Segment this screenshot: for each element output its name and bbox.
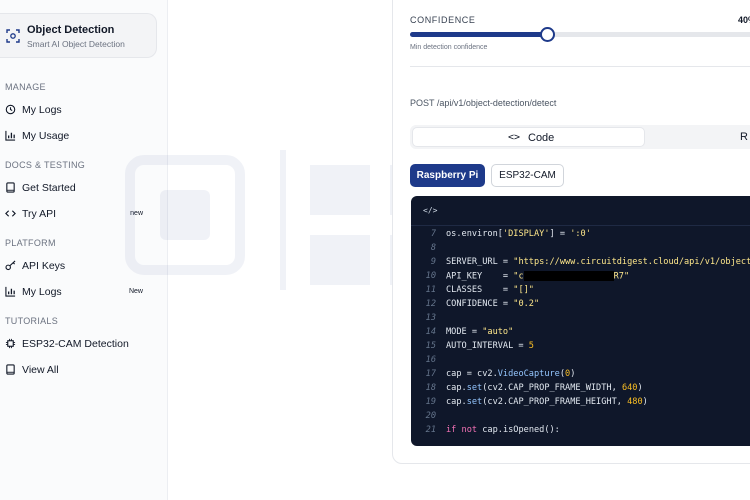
sidebar-item-label: Get Started bbox=[22, 182, 76, 194]
sidebar-item-esp32-cam-detection[interactable]: ESP32-CAM Detection bbox=[0, 333, 168, 355]
raspberry-pi-button[interactable]: Raspberry Pi bbox=[410, 164, 485, 187]
code-text: CONFIDENCE = "0.2" bbox=[446, 299, 540, 309]
line-number: 12 bbox=[425, 299, 436, 309]
code-text: MODE = "auto" bbox=[446, 327, 514, 337]
brand-title: Object Detection bbox=[27, 24, 115, 36]
line-number: 19 bbox=[425, 397, 436, 407]
line-number: 7 bbox=[430, 229, 436, 239]
code-line: 10 API_KEY = "c R7" bbox=[411, 271, 750, 285]
brand-card[interactable]: Object Detection Smart AI Object Detecti… bbox=[0, 13, 157, 58]
line-number: 16 bbox=[425, 355, 436, 365]
confidence-hint: Min detection confidence bbox=[410, 44, 488, 51]
code-text: SERVER_URL = "https://www.circuitdigest.… bbox=[446, 257, 750, 267]
code-line: 16 bbox=[411, 355, 750, 369]
tab-code-label: Code bbox=[528, 132, 555, 144]
scan-icon bbox=[6, 29, 20, 43]
esp32-cam-button[interactable]: ESP32-CAM bbox=[491, 164, 564, 187]
section-manage: MANAGE bbox=[5, 82, 46, 92]
sidebar-item-view-all[interactable]: View All bbox=[0, 359, 168, 381]
line-number: 9 bbox=[430, 257, 436, 267]
brand-subtitle: Smart AI Object Detection bbox=[27, 39, 125, 49]
sidebar-item-label: ESP32-CAM Detection bbox=[22, 338, 129, 350]
code-line: 14 MODE = "auto" bbox=[411, 327, 750, 341]
sidebar-item-label: My Logs bbox=[22, 104, 62, 116]
code-text: if not cap.isOpened(): bbox=[446, 425, 560, 435]
code-file-icon: </> bbox=[423, 206, 438, 215]
code-line: 20 bbox=[411, 411, 750, 425]
confidence-label: CONFIDENCE bbox=[410, 15, 476, 25]
code-line: 13 bbox=[411, 313, 750, 327]
tab-response[interactable]: R bbox=[740, 131, 748, 143]
code-line: 15 AUTO_INTERVAL = 5 bbox=[411, 341, 750, 355]
code-text: API_KEY = "c R7" bbox=[446, 271, 630, 282]
code-text: cap.set(cv2.CAP_PROP_FRAME_WIDTH, 640) bbox=[446, 383, 643, 393]
line-number: 8 bbox=[430, 243, 436, 253]
line-number: 13 bbox=[425, 313, 436, 323]
tab-code[interactable]: <> Code bbox=[412, 127, 645, 147]
line-number: 10 bbox=[425, 271, 436, 281]
code-line: 8 bbox=[411, 243, 750, 257]
code-text: os.environ['DISPLAY'] = ':0' bbox=[446, 229, 591, 239]
code-line: 18 cap.set(cv2.CAP_PROP_FRAME_WIDTH, 640) bbox=[411, 383, 750, 397]
line-number: 21 bbox=[425, 425, 436, 435]
chart-icon bbox=[5, 130, 16, 141]
code-block[interactable]: </> 7 os.environ['DISPLAY'] = ':0' 8 9 SERVE… bbox=[411, 196, 750, 446]
code-line: 12 CONFIDENCE = "0.2" bbox=[411, 299, 750, 313]
code-text: AUTO_INTERVAL = 5 bbox=[446, 341, 534, 351]
confidence-value: 40% bbox=[738, 15, 750, 25]
line-number: 18 bbox=[425, 383, 436, 393]
divider bbox=[410, 66, 750, 67]
section-platform: PLATFORM bbox=[5, 238, 56, 248]
code-line: 21 if not cap.isOpened(): bbox=[411, 425, 750, 439]
sidebar-item-label: View All bbox=[22, 364, 59, 376]
book-icon bbox=[6, 364, 15, 375]
code-text: cap = cv2.VideoCapture(0) bbox=[446, 369, 576, 379]
app-window: Object Detection Smart AI Object Detecti… bbox=[0, 0, 750, 500]
book-icon bbox=[6, 182, 15, 193]
code-icon: <> bbox=[508, 132, 521, 143]
slider-thumb[interactable] bbox=[540, 27, 555, 42]
code-text: CLASSES = "[]" bbox=[446, 285, 534, 295]
code-text: cap.set(cv2.CAP_PROP_FRAME_HEIGHT, 480) bbox=[446, 397, 648, 407]
sidebar-item-label: Try API bbox=[22, 208, 57, 220]
redacted-key bbox=[523, 271, 614, 281]
line-number: 14 bbox=[425, 327, 436, 337]
section-tutorials: TUTORIALS bbox=[5, 316, 59, 326]
code-line: 17 cap = cv2.VideoCapture(0) bbox=[411, 369, 750, 383]
line-number: 20 bbox=[425, 411, 436, 421]
chip-icon bbox=[5, 338, 16, 349]
code-icon bbox=[5, 210, 16, 217]
code-line: 11 CLASSES = "[]" bbox=[411, 285, 750, 299]
sidebar-item-label: API Keys bbox=[22, 260, 66, 272]
code-line: 19 cap.set(cv2.CAP_PROP_FRAME_HEIGHT, 480… bbox=[411, 397, 750, 411]
sidebar-item-label: My Usage bbox=[22, 130, 70, 142]
line-number: 17 bbox=[425, 369, 436, 379]
code-header: </> bbox=[411, 196, 750, 226]
slider-fill bbox=[410, 32, 548, 37]
endpoint-path: POST /api/v1/object-detection/detect bbox=[410, 98, 557, 108]
history-icon bbox=[5, 104, 16, 115]
key-icon bbox=[5, 260, 16, 271]
chart-icon bbox=[5, 286, 16, 297]
line-number: 15 bbox=[425, 341, 436, 351]
sidebar-item-my-logs[interactable]: My Logs bbox=[0, 99, 168, 121]
confidence-slider[interactable] bbox=[410, 27, 750, 42]
view-tabs: <> Code R bbox=[410, 125, 750, 149]
section-docs: DOCS & TESTING bbox=[5, 160, 86, 170]
code-line: 7 os.environ['DISPLAY'] = ':0' bbox=[411, 229, 750, 243]
sidebar-item-label: My Logs bbox=[22, 286, 62, 298]
code-line: 9 SERVER_URL = "https://www.circuitdigest… bbox=[411, 257, 750, 271]
line-number: 11 bbox=[425, 285, 436, 295]
